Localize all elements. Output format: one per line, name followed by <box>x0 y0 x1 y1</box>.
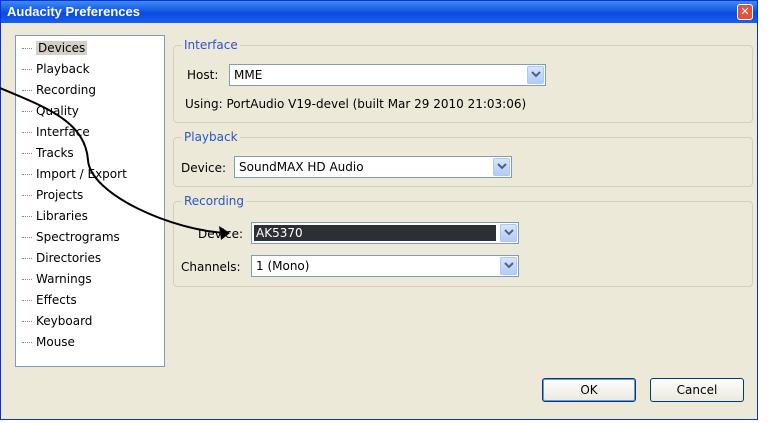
tree-item-effects[interactable]: Effects <box>22 290 77 310</box>
recording-device-value: AK5370 <box>254 225 496 241</box>
interface-group-title: Interface <box>182 38 240 52</box>
portaudio-version-text: Using: PortAudio V19-devel (built Mar 29… <box>185 97 527 111</box>
window-title: Audacity Preferences <box>7 4 140 19</box>
chevron-down-icon[interactable] <box>493 158 510 176</box>
preferences-category-tree[interactable]: Devices Playback Recording Quality Inter… <box>15 35 165 367</box>
tree-item-playback[interactable]: Playback <box>22 59 90 79</box>
recording-device-dropdown[interactable]: AK5370 <box>251 222 519 244</box>
tree-item-label: Quality <box>36 104 79 118</box>
tree-item-import-export[interactable]: Import / Export <box>22 164 127 184</box>
tree-item-interface[interactable]: Interface <box>22 122 90 142</box>
tree-item-libraries[interactable]: Libraries <box>22 206 88 226</box>
tree-item-label: Interface <box>36 125 90 139</box>
recording-group-title: Recording <box>182 194 247 208</box>
tree-item-devices[interactable]: Devices <box>22 38 88 58</box>
tree-item-label: Tracks <box>36 146 74 160</box>
tree-item-label: Keyboard <box>36 314 93 328</box>
tree-item-directories[interactable]: Directories <box>22 248 101 268</box>
tree-item-label: Import / Export <box>36 167 127 181</box>
host-value: MME <box>234 68 263 82</box>
ok-button[interactable]: OK <box>542 378 636 402</box>
chevron-down-icon[interactable] <box>500 224 517 242</box>
tree-item-recording[interactable]: Recording <box>22 80 96 100</box>
close-icon[interactable]: ✕ <box>737 4 753 20</box>
tree-item-label: Libraries <box>36 209 88 223</box>
tree-item-spectrograms[interactable]: Spectrograms <box>22 227 120 247</box>
preferences-dialog: Audacity Preferences ✕ Devices Playback … <box>0 0 758 420</box>
tree-item-warnings[interactable]: Warnings <box>22 269 92 289</box>
tree-item-quality[interactable]: Quality <box>22 101 79 121</box>
playback-device-dropdown[interactable]: SoundMAX HD Audio <box>234 156 512 178</box>
host-label: Host: <box>187 68 219 82</box>
channels-label: Channels: <box>181 260 241 274</box>
playback-device-value: SoundMAX HD Audio <box>239 160 364 174</box>
playback-group-title: Playback <box>182 130 240 144</box>
tree-item-projects[interactable]: Projects <box>22 185 83 205</box>
tree-item-label: Projects <box>36 188 84 202</box>
chevron-down-icon[interactable] <box>500 257 517 275</box>
tree-item-label: Mouse <box>36 335 75 349</box>
tree-item-label: Playback <box>36 62 90 76</box>
tree-item-label: Effects <box>36 293 77 307</box>
tree-item-label: Recording <box>36 83 97 97</box>
playback-device-label: Device: <box>181 161 227 175</box>
tree-item-mouse[interactable]: Mouse <box>22 332 75 352</box>
title-bar[interactable]: Audacity Preferences ✕ <box>1 1 757 23</box>
tree-item-label: Spectrograms <box>36 230 120 244</box>
tree-item-keyboard[interactable]: Keyboard <box>22 311 92 331</box>
tree-item-tracks[interactable]: Tracks <box>22 143 74 163</box>
tree-item-label: Devices <box>36 41 88 55</box>
tree-item-label: Directories <box>36 251 102 265</box>
channels-dropdown[interactable]: 1 (Mono) <box>251 255 519 277</box>
channels-value: 1 (Mono) <box>256 259 310 273</box>
tree-item-label: Warnings <box>36 272 92 286</box>
chevron-down-icon[interactable] <box>527 66 544 84</box>
cancel-button[interactable]: Cancel <box>650 378 744 402</box>
recording-device-label: Device: <box>198 227 244 241</box>
host-dropdown[interactable]: MME <box>229 64 546 86</box>
